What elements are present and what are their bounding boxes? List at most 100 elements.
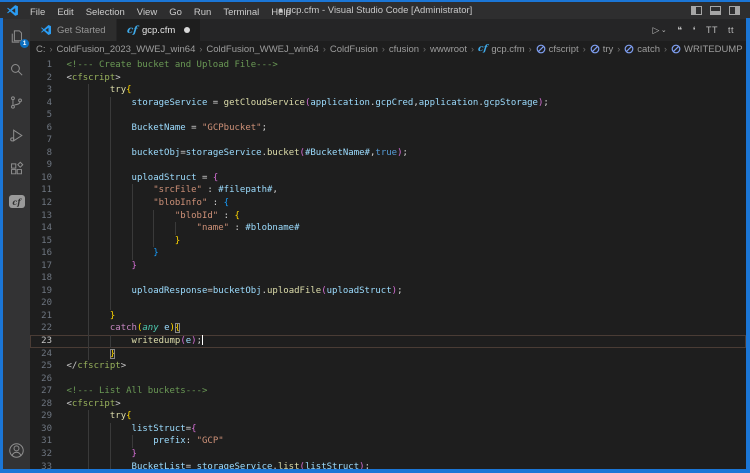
uppercase-icon[interactable]: TT	[706, 25, 718, 35]
code-line[interactable]: 14 "name" : #blobname#	[30, 222, 746, 235]
code-line[interactable]: 27<!--- List All buckets--->	[30, 385, 746, 398]
line-number: 1	[30, 59, 52, 72]
line-number: 26	[30, 373, 52, 386]
code-token: }	[175, 236, 180, 246]
lowercase-icon[interactable]: tt	[728, 25, 734, 35]
breadcrumb-item-coldfusion[interactable]: ColdFusion	[330, 44, 378, 55]
code-token: >	[115, 399, 120, 409]
account-icon[interactable]	[8, 442, 25, 459]
code-line[interactable]: 23 writedump(e);	[30, 335, 746, 348]
tab-label: gcp.cfm	[142, 25, 175, 36]
code-line[interactable]: 16 }	[30, 247, 746, 260]
code-token: storageService	[186, 148, 262, 158]
code-line[interactable]: 5	[30, 109, 746, 122]
code-text: </cfscript>	[67, 360, 127, 373]
code-text: }	[67, 310, 116, 323]
code-token: BucketName	[132, 123, 186, 133]
source-control-icon[interactable]	[8, 94, 25, 111]
code-line[interactable]: 32 }	[30, 448, 746, 461]
code-line[interactable]: 24 }	[30, 348, 746, 361]
toggle-panel-icon[interactable]	[710, 6, 721, 15]
code-token: bucket	[267, 148, 300, 158]
line-number: 7	[30, 134, 52, 147]
code-line[interactable]: 19 uploadResponse=bucketObj.uploadFile(u…	[30, 285, 746, 298]
double-quotes-icon[interactable]: ❝	[677, 25, 682, 36]
breadcrumb-item-gcp-cfm[interactable]: cfgcp.cfm	[478, 44, 525, 55]
code-line[interactable]: 7	[30, 134, 746, 147]
code-text: BucketList= storageService.list(listStru…	[67, 461, 370, 470]
code-token: >	[115, 73, 120, 83]
code-line[interactable]: 21 }	[30, 310, 746, 323]
explorer-icon[interactable]: 1	[8, 28, 25, 45]
code-token: :	[202, 185, 218, 195]
code-line[interactable]: 11 "srcFile" : #filepath#,	[30, 184, 746, 197]
line-number: 18	[30, 272, 52, 285]
breadcrumb-item-cfscript[interactable]: cfscript	[536, 44, 579, 55]
breadcrumb-item-c-[interactable]: C:	[36, 44, 46, 55]
breadcrumb-item-writedump[interactable]: WRITEDUMP	[671, 44, 743, 55]
cfml-file-icon: cf	[126, 25, 138, 36]
extensions-icon[interactable]	[8, 160, 25, 177]
tab-get-started[interactable]: Get Started	[30, 19, 116, 41]
code-token: ;	[262, 123, 267, 133]
code-line[interactable]: 10 uploadStruct = {	[30, 172, 746, 185]
menu-terminal[interactable]: Terminal	[217, 7, 265, 18]
code-text: listStruct={	[67, 423, 197, 436]
code-line[interactable]: 1<!--- Create bucket and Upload File--->	[30, 59, 746, 72]
window-title: ● gcp.cfm - Visual Studio Code [Administ…	[278, 5, 473, 16]
code-line[interactable]: 29 try{	[30, 410, 746, 423]
line-number: 24	[30, 348, 52, 361]
breadcrumb-item-cfusion[interactable]: cfusion	[389, 44, 419, 55]
code-line[interactable]: 13 "blobId" : {	[30, 210, 746, 223]
code-token: #BucketName#	[305, 148, 370, 158]
code-line[interactable]: 12 "blobInfo" : {	[30, 197, 746, 210]
symbol-icon	[590, 44, 600, 54]
line-number: 33	[30, 461, 52, 470]
code-line[interactable]: 17 }	[30, 260, 746, 273]
code-line[interactable]: 15 }	[30, 235, 746, 248]
menu-file[interactable]: File	[24, 7, 51, 18]
menu-selection[interactable]: Selection	[80, 7, 131, 18]
search-icon[interactable]	[8, 61, 25, 78]
code-line[interactable]: 4 storageService = getCloudService(appli…	[30, 97, 746, 110]
toggle-secondary-sidebar-icon[interactable]	[729, 6, 740, 15]
code-line[interactable]: 8 bucketObj=storageService.bucket(#Bucke…	[30, 147, 746, 160]
code-line[interactable]: 20	[30, 297, 746, 310]
menu-run[interactable]: Run	[188, 7, 217, 18]
code-token: catch	[110, 323, 137, 333]
code-token: :	[229, 223, 245, 233]
code-line[interactable]: 2<cfscript>	[30, 72, 746, 85]
breadcrumb-label: wwwroot	[430, 44, 467, 55]
breadcrumb-separator: ›	[195, 44, 206, 54]
code-line[interactable]: 28<cfscript>	[30, 398, 746, 411]
menu-view[interactable]: View	[131, 7, 163, 18]
code-token: uploadStruct	[327, 286, 392, 296]
code-line[interactable]: 9	[30, 159, 746, 172]
code-line[interactable]: 30 listStruct={	[30, 423, 746, 436]
code-editor[interactable]: 1<!--- Create bucket and Upload File--->…	[30, 57, 746, 469]
menu-edit[interactable]: Edit	[51, 7, 79, 18]
breadcrumb-item-try[interactable]: try	[590, 44, 614, 55]
activity-bar: 1 cf	[3, 19, 30, 469]
code-line[interactable]: 6 BucketName = "GCPbucket";	[30, 122, 746, 135]
coldfusion-extension-icon[interactable]: cf	[8, 193, 25, 210]
breadcrumb-separator: ›	[467, 44, 478, 54]
breadcrumb-item-wwwroot[interactable]: wwwroot	[430, 44, 467, 55]
code-line[interactable]: 3 try{	[30, 84, 746, 97]
code-line[interactable]: 22 catch(any e){	[30, 322, 746, 335]
single-quote-icon[interactable]: ❛	[693, 25, 696, 36]
run-and-debug-icon[interactable]	[8, 127, 25, 144]
menu-go[interactable]: Go	[163, 7, 188, 18]
code-line[interactable]: 26	[30, 373, 746, 386]
tab-gcp-cfm[interactable]: cf gcp.cfm	[117, 19, 201, 41]
breadcrumb-item-coldfusion-wwej-win64[interactable]: ColdFusion_WWEJ_win64	[206, 44, 318, 55]
code-line[interactable]: 18	[30, 272, 746, 285]
toggle-primary-sidebar-icon[interactable]	[691, 6, 702, 15]
breadcrumb-item-catch[interactable]: catch	[624, 44, 660, 55]
code-line[interactable]: 31 prefix: "GCP"	[30, 435, 746, 448]
run-cfml-icon[interactable]: ▷⌄	[652, 25, 667, 36]
breadcrumb-item-coldfusion-2023-wwej-win64[interactable]: ColdFusion_2023_WWEJ_win64	[57, 44, 196, 55]
code-line[interactable]: 33 BucketList= storageService.list(listS…	[30, 461, 746, 470]
code-line[interactable]: 25</cfscript>	[30, 360, 746, 373]
tab-modified-dot[interactable]	[184, 27, 190, 33]
